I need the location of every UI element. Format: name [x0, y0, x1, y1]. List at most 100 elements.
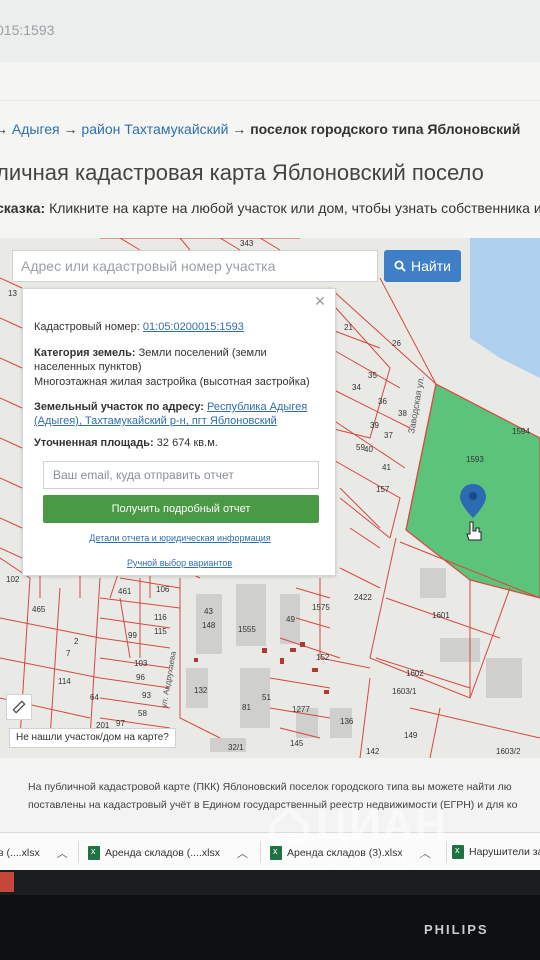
- parcel-number-label: 1594: [512, 427, 530, 436]
- close-icon[interactable]: ×: [311, 291, 329, 311]
- category-value: Земли поселений (земли: [138, 347, 267, 359]
- breadcrumb-region-link[interactable]: Адыгея: [12, 121, 60, 137]
- permitted-use: Многоэтажная жилая застройка (высотная з…: [34, 376, 310, 388]
- excel-file-icon: [88, 846, 100, 860]
- breadcrumb-arrow: →: [232, 121, 247, 137]
- ruler-button[interactable]: [6, 694, 32, 720]
- search-icon: [394, 260, 406, 272]
- cian-house-icon: [269, 805, 309, 844]
- parcel-number-label: 1575: [312, 603, 330, 612]
- parcel-number-label: 39: [370, 421, 379, 430]
- parcel-number-label: 38: [398, 409, 407, 418]
- parcel-number-label: 58: [138, 709, 147, 718]
- category-label: Категория земель:: [34, 347, 136, 359]
- parcel-number-label: 37: [384, 431, 393, 440]
- download-filename: Аренда складов (....xlsx: [105, 847, 221, 859]
- ruler-icon: [12, 700, 26, 714]
- details-link[interactable]: Детали отчета и юридическая информация: [23, 533, 337, 543]
- parcel-number-label: 116: [154, 613, 167, 622]
- parcel-number-label: 115: [154, 627, 167, 636]
- divider: [260, 841, 261, 863]
- parcel-number-label: 142: [366, 747, 380, 756]
- parcel-number-label: 59: [356, 443, 365, 452]
- area-row: Уточненная площадь: 32 674 кв.м.: [34, 436, 218, 450]
- search-button[interactable]: Найти: [384, 250, 461, 282]
- chevron-up-icon[interactable]: ︿: [237, 845, 248, 861]
- download-item[interactable]: в (....xlsx ︿: [0, 845, 68, 861]
- address-bar[interactable]: 015:1593: [0, 0, 540, 62]
- get-report-button[interactable]: Получить подробный отчет: [43, 495, 319, 523]
- parcel-number-label: 152: [316, 653, 330, 662]
- parcel-number-label: 145: [290, 739, 304, 748]
- email-field[interactable]: [43, 461, 319, 489]
- address-cont: (Адыгея), Тахтамукайский р-н, пгт Яблоно…: [34, 414, 277, 428]
- parcel-number-label: 461: [118, 587, 132, 596]
- breadcrumb: → Адыгея → район Тахтамукайский → посело…: [0, 121, 520, 137]
- parcel-number-label: 51: [262, 693, 271, 702]
- parcel-number-label: 149: [404, 731, 418, 740]
- parcel-number-label: 1593: [466, 455, 484, 464]
- category-value-cont: населенных пунктов): [34, 361, 142, 373]
- parcel-info-popup: × Кадастровый номер: 01:05:0200015:1593 …: [22, 288, 336, 576]
- parcel-number-label: 1555: [238, 625, 256, 634]
- breadcrumb-current: поселок городского типа Яблоновский: [250, 121, 521, 137]
- breadcrumb-arrow: →: [0, 121, 8, 137]
- parcel-number-label: 114: [58, 677, 71, 686]
- parcel-number-label: 64: [90, 693, 99, 702]
- parcel-number-label: 465: [32, 605, 46, 614]
- parcel-number-label: 2422: [354, 593, 372, 602]
- parcel-number-label: 343: [240, 239, 254, 248]
- breadcrumb-district-link[interactable]: район Тахтамукайский: [81, 121, 228, 137]
- search-input[interactable]: [12, 250, 378, 282]
- divider: [0, 100, 540, 101]
- parcel-number-label: 35: [368, 371, 377, 380]
- parcel-number-label: 93: [142, 691, 151, 700]
- hint-body: Кликните на карте на любой участок или д…: [49, 200, 540, 216]
- parcel-number-label: 96: [136, 673, 145, 682]
- parcel-number-label: 34: [352, 383, 361, 392]
- parcel-number-label: 7: [66, 649, 71, 658]
- download-item[interactable]: Аренда складов (....xlsx ︿: [88, 845, 248, 861]
- parcel-number-label: 157: [376, 485, 390, 494]
- divider: [78, 841, 79, 863]
- download-item[interactable]: Нарушители за: [452, 845, 540, 859]
- parcel-number-label: 97: [116, 719, 125, 728]
- parcel-number-label: 132: [194, 686, 208, 695]
- parcel-number-label: 136: [340, 717, 354, 726]
- taskbar: [0, 870, 540, 895]
- parcel-number-label: 148: [202, 621, 216, 630]
- download-filename: в (....xlsx: [0, 847, 40, 859]
- search-button-label: Найти: [411, 258, 451, 274]
- chevron-up-icon[interactable]: ︿: [57, 845, 68, 861]
- info-line: На публичной кадастровой карте (ПКК) Ябл…: [28, 781, 512, 793]
- not-found-button[interactable]: Не нашли участок/дом на карте?: [9, 728, 176, 748]
- parcel-number-label: 1603/1: [392, 687, 417, 696]
- parcel-number-label: 99: [128, 631, 137, 640]
- parcel-number-label: 43: [204, 607, 213, 616]
- manual-select-link[interactable]: Ручной выбор вариантов: [127, 558, 232, 568]
- download-filename: Нарушители за: [469, 846, 540, 858]
- watermark-logo: ЦИАН: [268, 800, 447, 850]
- browser-screen: 015:1593 → Адыгея → район Тахтамукайский…: [0, 0, 540, 895]
- parcel-number-label: 81: [242, 703, 251, 712]
- hint-text: сказка: Кликните на карте на любой участ…: [0, 200, 540, 216]
- address-link-cont[interactable]: (Адыгея), Тахтамукайский р-н, пгт Яблоно…: [34, 415, 277, 427]
- cadastral-map[interactable]: Заводская ул. ул. Андрухаева 343 13 21 26 34…: [0, 238, 540, 758]
- parcel-number-label: 102: [6, 575, 20, 584]
- land-category-row: Категория земель: Земли поселений (земли: [34, 346, 267, 360]
- parcel-number-label: 41: [382, 463, 391, 472]
- parcel-number-label: 21: [344, 323, 353, 332]
- parcel-number-label: 2: [74, 637, 79, 646]
- app-icon[interactable]: [0, 872, 14, 892]
- cadastral-number-link[interactable]: 01:05:0200015:1593: [143, 321, 244, 333]
- breadcrumb-arrow: →: [63, 121, 78, 137]
- address-link[interactable]: Республика Адыгея: [207, 401, 307, 413]
- parcel-number-label: 1603/2: [496, 747, 521, 756]
- parcel-number-label: 106: [156, 585, 170, 594]
- url-text: 015:1593: [0, 22, 55, 38]
- watermark-id: ID 286671826: [300, 852, 431, 871]
- watermark-text: ЦИАН: [316, 800, 448, 849]
- parcel-number-label: 1277: [292, 705, 310, 714]
- monitor-brand-logo: PHILIPS: [424, 922, 489, 937]
- parcel-number-label: 1602: [406, 669, 424, 678]
